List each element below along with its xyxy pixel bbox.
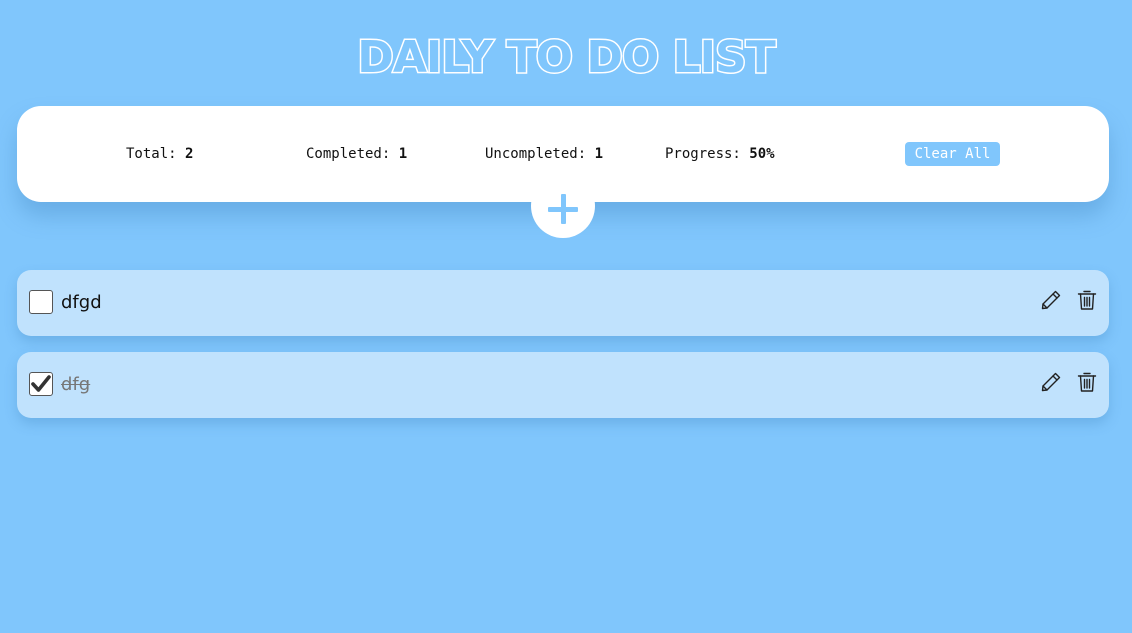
task-item: dfg [17,352,1109,418]
clear-all-button[interactable]: Clear All [905,142,1000,166]
stat-uncompleted: Uncompleted: 1 [485,145,603,163]
stat-total: Total: 2 [126,145,193,163]
stat-progress: Progress: 50% [665,145,775,163]
page-title: DAILY TO DO LIST [356,31,777,85]
stat-total-value: 2 [185,146,194,162]
plus-icon-vertical [561,194,566,224]
task-text: dfgd [61,292,102,313]
task-checkbox[interactable] [29,290,53,314]
stat-progress-value: 50% [749,146,775,162]
trash-icon[interactable] [1075,370,1099,394]
stat-progress-label: Progress: [665,146,741,162]
trash-icon[interactable] [1075,288,1099,312]
stat-uncompleted-value: 1 [594,146,604,162]
add-task-button[interactable] [531,174,595,238]
task-checkbox-checked[interactable] [29,372,53,396]
stat-completed-label: Completed: [306,146,391,162]
task-item: dfgd [17,270,1109,336]
stat-completed-value: 1 [398,146,408,162]
task-text-completed: dfg [61,374,91,395]
todo-app: DAILY TO DO LIST Total: 2 Completed: 1 U… [0,0,1132,633]
stat-completed: Completed: 1 [306,145,407,163]
pencil-icon[interactable] [1039,370,1063,394]
pencil-icon[interactable] [1039,288,1063,312]
checkmark-icon [31,375,51,392]
stat-uncompleted-label: Uncompleted: [485,146,587,162]
stat-total-label: Total: [126,146,177,162]
